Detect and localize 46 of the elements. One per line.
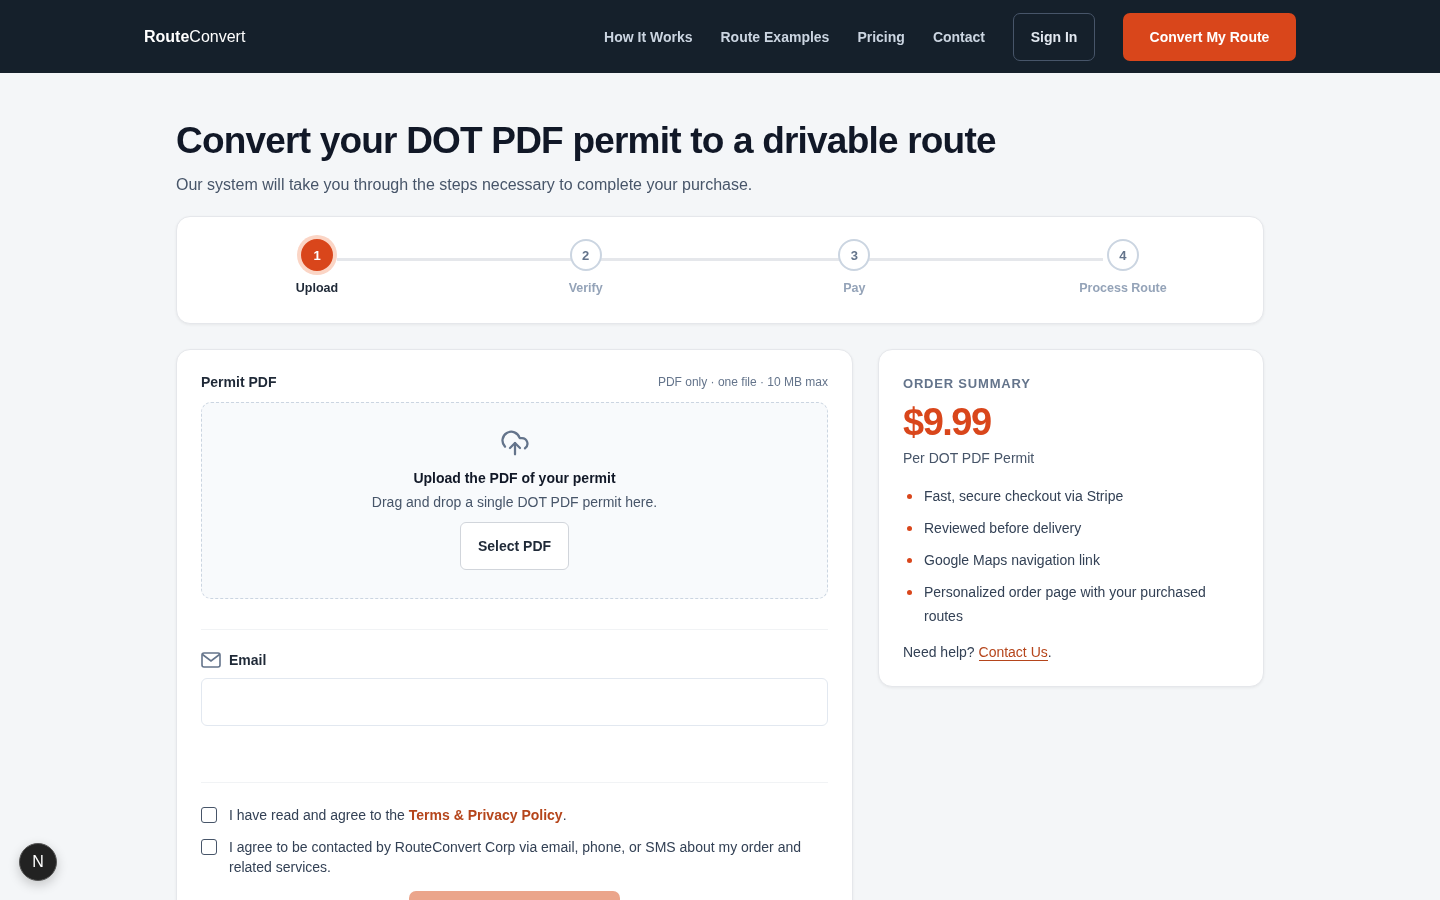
step-number: 3 [838, 239, 871, 271]
step-label: Process Route [1079, 281, 1167, 295]
field-label: Permit PDF [201, 374, 277, 390]
summary-heading: ORDER SUMMARY [903, 376, 1032, 391]
checkbox[interactable] [201, 839, 217, 855]
consent-text: I agree to be contacted by RouteConvert Corp via email, phone, or SMS about my order and related services. [229, 838, 802, 877]
bullet-icon [907, 590, 912, 595]
dev-badge[interactable]: N [19, 843, 57, 881]
step-number: 1 [301, 239, 333, 271]
contact-link[interactable]: Contact Us [978, 644, 1048, 661]
step-label: Pay [843, 281, 866, 295]
feature-text: Reviewed before delivery [924, 519, 1082, 538]
feature-text: Google Maps navigation link [924, 551, 1100, 570]
price: $9.99 [903, 401, 992, 444]
file-hint: PDF only · one file · 10 MB max [657, 375, 828, 389]
sign-in-button[interactable]: Sign In [1013, 12, 1095, 61]
step-number: 2 [569, 239, 602, 271]
nav-link[interactable]: Pricing [857, 28, 905, 45]
select-pdf-button[interactable]: Select PDF [460, 522, 569, 570]
price-note: Per DOT PDF Permit [903, 450, 1036, 466]
envelope-icon [201, 652, 221, 668]
help-text: Need help? Contact Us. [903, 644, 1053, 660]
nav-link[interactable]: How It Works [604, 28, 693, 45]
field-label: Email [229, 652, 267, 668]
consent-text: I have read and agree to the Terms & Privacy Policy. [229, 806, 567, 825]
bullet-icon [907, 558, 912, 563]
page-title: Convert your DOT PDF permit to a drivable route [176, 120, 997, 162]
upload-cloud-icon [498, 428, 531, 458]
step-number: 4 [1106, 239, 1139, 271]
bullet-icon [907, 526, 912, 531]
bullet-icon [907, 494, 912, 499]
step-label: Upload [295, 281, 339, 295]
checkbox[interactable] [201, 807, 217, 823]
feature-text: Personalized order page with your purchased routes [924, 583, 1207, 626]
feature-text: Fast, secure checkout via Stripe [924, 487, 1124, 506]
nav-link[interactable]: Contact [932, 28, 985, 45]
drop-text: Drag and drop a single DOT PDF permit here. [371, 494, 658, 510]
nav-link[interactable]: Route Examples [720, 28, 830, 45]
logo[interactable]: RouteConvert [144, 27, 246, 46]
step-label: Verify [568, 281, 603, 295]
email-field[interactable] [201, 678, 828, 726]
drop-zone[interactable]: Upload the PDF of your permit Drag and drop a single DOT PDF permit here. Select PDF [201, 402, 828, 599]
terms-link[interactable]: Terms & Privacy Policy [408, 807, 563, 823]
page-subtitle: Our system will take you through the steps necessary to complete your purchase. [176, 176, 754, 194]
convert-button[interactable]: Convert My Route [1123, 12, 1296, 61]
drop-title: Upload the PDF of your permit [413, 470, 616, 486]
